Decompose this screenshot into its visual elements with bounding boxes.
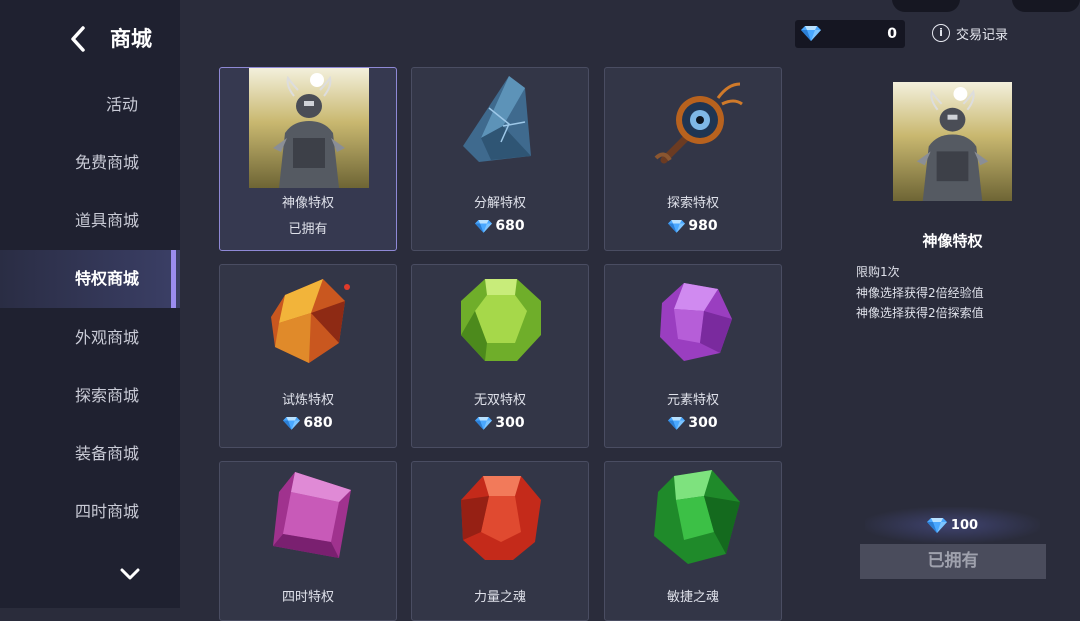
shop-item-name: 力量之魂 xyxy=(473,590,526,605)
diamond-icon xyxy=(475,416,492,430)
detail-desc-line: 限购1次 xyxy=(856,265,900,279)
purple-gem-icon xyxy=(660,283,732,361)
active-indicator xyxy=(171,250,176,308)
detail-price: 100 xyxy=(865,507,1040,543)
diamond-icon xyxy=(475,219,492,233)
shop-item-status: 已拥有 xyxy=(220,218,396,237)
eye-staff-icon xyxy=(654,82,743,164)
fire-ore-icon xyxy=(271,279,350,363)
diamond-icon xyxy=(927,517,947,533)
shop-item-card[interactable]: 试炼特权 680 xyxy=(219,264,397,448)
sidebar-item-props-shop[interactable]: 道具商城 xyxy=(17,192,197,250)
shop-item-price: 680 xyxy=(412,218,588,234)
shop-item-card[interactable]: 神像特权 已拥有 xyxy=(219,67,397,251)
detail-price-value: 100 xyxy=(950,517,979,533)
diamond-icon xyxy=(801,25,821,41)
sidebar-item-label: 四时商城 xyxy=(74,502,139,521)
sidebar-item-label: 外观商城 xyxy=(74,328,139,347)
price-value: 300 xyxy=(688,415,718,431)
blue-crystal-shard-icon xyxy=(463,76,531,162)
shop-item-name: 神像特权 xyxy=(281,196,334,211)
sidebar-item-free-shop[interactable]: 免费商城 xyxy=(17,134,197,192)
owned-label: 已拥有 xyxy=(288,222,328,237)
shop-item-name: 元素特权 xyxy=(666,393,719,408)
sidebar-item-label: 装备商城 xyxy=(74,444,139,463)
sidebar-item-label: 探索商城 xyxy=(74,386,139,405)
shop-item-name: 试炼特权 xyxy=(281,393,334,408)
sidebar: 商城 活动 免费商城 道具商城 特权商城 外观商城 探索商城 装备商城 四时商城 xyxy=(0,0,180,608)
sidebar-item-activity[interactable]: 活动 xyxy=(32,76,212,134)
shop-item-card[interactable]: 四时特权 xyxy=(219,461,397,621)
shop-item-card[interactable]: 探索特权 980 xyxy=(604,67,782,251)
price-value: 680 xyxy=(495,218,525,234)
detail-title: 神像特权 xyxy=(922,232,983,250)
sidebar-item-label: 免费商城 xyxy=(74,153,139,172)
price-value: 680 xyxy=(303,415,333,431)
shop-item-card[interactable]: 元素特权 300 xyxy=(604,264,782,448)
shop-item-name: 探索特权 xyxy=(666,196,719,211)
sidebar-item-privilege-shop[interactable]: 特权商城 xyxy=(0,250,180,308)
info-icon: i xyxy=(932,24,950,42)
detail-desc-line: 神像选择获得2倍经验值 xyxy=(856,285,984,300)
sidebar-item-equipment-shop[interactable]: 装备商城 xyxy=(17,425,197,483)
shop-item-price: 300 xyxy=(412,415,588,431)
shop-item-price: 980 xyxy=(605,218,781,234)
sidebar-item-appearance-shop[interactable]: 外观商城 xyxy=(17,309,197,367)
detail-description: 限购1次 神像选择获得2倍经验值 神像选择获得2倍探索值 xyxy=(856,262,984,324)
page-title: 商城 xyxy=(110,27,152,51)
transaction-record-label: 交易记录 xyxy=(956,27,1009,43)
shop-item-name: 无双特权 xyxy=(473,393,526,408)
red-gem-icon xyxy=(461,476,541,560)
shop-item-card[interactable]: 力量之魂 xyxy=(411,461,589,621)
diamond-balance: 0 xyxy=(795,20,905,48)
back-arrow-icon[interactable] xyxy=(66,24,90,54)
top-corner-button-right[interactable] xyxy=(1012,0,1080,12)
sidebar-item-label: 道具商城 xyxy=(74,211,139,230)
diamond-icon xyxy=(283,416,300,430)
sidebar-item-label: 活动 xyxy=(105,95,138,114)
diamond-icon xyxy=(668,219,685,233)
statue-image xyxy=(249,68,369,188)
shop-item-price: 680 xyxy=(220,415,396,431)
diamond-amount: 0 xyxy=(887,26,897,42)
emerald-gem-icon xyxy=(654,470,740,564)
magenta-gem-icon xyxy=(273,472,351,558)
diamond-icon xyxy=(668,416,685,430)
chevron-down-icon[interactable] xyxy=(118,562,142,586)
green-gem-icon xyxy=(461,279,541,361)
shop-item-card[interactable]: 分解特权 680 xyxy=(411,67,589,251)
detail-desc-line: 神像选择获得2倍探索值 xyxy=(856,306,984,320)
price-value: 300 xyxy=(495,415,525,431)
transaction-record-button[interactable]: i 交易记录 xyxy=(932,22,1008,44)
shop-item-card[interactable]: 无双特权 300 xyxy=(411,264,589,448)
shop-item-name: 敏捷之魂 xyxy=(666,590,719,605)
shop-item-name: 分解特权 xyxy=(473,196,526,211)
top-corner-button-left[interactable] xyxy=(892,0,960,12)
sidebar-item-explore-shop[interactable]: 探索商城 xyxy=(17,367,197,425)
sidebar-item-seasons-shop[interactable]: 四时商城 xyxy=(17,483,197,541)
owned-button[interactable]: 已拥有 xyxy=(860,544,1046,579)
sidebar-item-label: 特权商城 xyxy=(74,269,139,288)
shop-item-price: 300 xyxy=(605,415,781,431)
detail-statue-image xyxy=(893,82,1012,201)
price-value: 980 xyxy=(688,218,718,234)
shop-item-card[interactable]: 敏捷之魂 xyxy=(604,461,782,621)
shop-item-name: 四时特权 xyxy=(281,590,334,605)
